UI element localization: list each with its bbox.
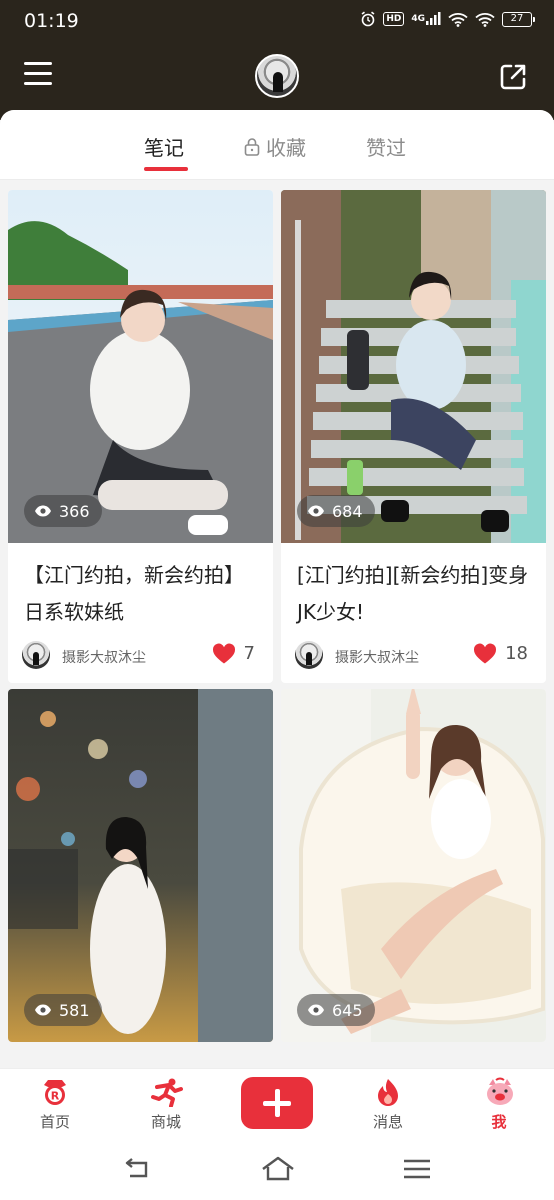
note-card[interactable]: 581 bbox=[8, 689, 273, 1042]
status-bar: 01:19 HD 4G 27 bbox=[0, 0, 554, 44]
note-footer: 摄影大叔沐尘 18 bbox=[281, 635, 546, 683]
note-card[interactable]: 645 bbox=[281, 689, 546, 1042]
view-count: 684 bbox=[332, 501, 363, 521]
status-icons: HD 4G 27 bbox=[360, 11, 535, 27]
view-count-badge: 366 bbox=[24, 495, 102, 527]
tab-shop-label: 商城 bbox=[150, 1113, 181, 1131]
message-flame-icon bbox=[373, 1077, 403, 1107]
battery-icon: 27 bbox=[502, 11, 535, 27]
note-cover-image[interactable]: 366 bbox=[8, 190, 273, 543]
eye-icon bbox=[308, 1004, 324, 1016]
note-card[interactable]: 684 [江门约拍][新会约拍]变身JK少女! 摄影大叔沐尘 18 bbox=[281, 190, 546, 683]
bottom-tab-bar: R 首页 商城 消息 我 bbox=[0, 1068, 554, 1142]
hamburger-menu-icon[interactable] bbox=[24, 62, 58, 92]
shop-runner-icon bbox=[151, 1077, 183, 1108]
active-tab-indicator bbox=[144, 167, 188, 171]
like-count: 18 bbox=[505, 643, 528, 664]
profile-avatar[interactable] bbox=[255, 54, 299, 98]
tab-home[interactable]: R 首页 bbox=[25, 1077, 85, 1132]
note-cover-image[interactable]: 684 bbox=[281, 190, 546, 543]
profile-tabs: 笔记 收藏 赞过 bbox=[0, 110, 554, 180]
profile-content: 笔记 收藏 赞过 366 【江门约拍，新会约拍】日系软妹纸 摄影大叔沐尘 7 6… bbox=[0, 110, 554, 1068]
tab-messages-label: 消息 bbox=[372, 1113, 403, 1131]
view-count: 645 bbox=[332, 1000, 363, 1020]
wifi-icon bbox=[448, 12, 468, 27]
home-icon[interactable] bbox=[260, 1154, 294, 1184]
note-cover-image[interactable]: 581 bbox=[8, 689, 273, 1042]
tab-liked[interactable]: 赞过 bbox=[366, 132, 406, 161]
tab-me[interactable]: 我 bbox=[469, 1077, 529, 1132]
heart-icon bbox=[474, 643, 497, 664]
eye-icon bbox=[35, 505, 51, 517]
tab-shop[interactable]: 商城 bbox=[136, 1077, 196, 1132]
share-export-icon[interactable] bbox=[498, 62, 528, 92]
wifi-icon-2 bbox=[475, 12, 495, 27]
tab-favorites-label: 收藏 bbox=[266, 136, 306, 160]
create-post-button[interactable] bbox=[241, 1077, 313, 1129]
author-name[interactable]: 摄影大叔沐尘 bbox=[62, 647, 146, 667]
eye-icon bbox=[308, 505, 324, 517]
like-count: 7 bbox=[243, 643, 255, 664]
me-pig-icon bbox=[484, 1077, 514, 1107]
profile-navbar bbox=[0, 50, 554, 104]
tab-messages[interactable]: 消息 bbox=[358, 1077, 418, 1132]
tab-me-label: 我 bbox=[491, 1113, 507, 1131]
top-header: 01:19 HD 4G 27 bbox=[0, 0, 554, 120]
note-card[interactable]: 366 【江门约拍，新会约拍】日系软妹纸 摄影大叔沐尘 7 bbox=[8, 190, 273, 683]
lock-icon bbox=[244, 137, 260, 156]
tab-favorites[interactable]: 收藏 bbox=[244, 132, 306, 161]
author-avatar[interactable] bbox=[22, 641, 50, 669]
view-count: 366 bbox=[59, 501, 90, 521]
tab-home-label: 首页 bbox=[39, 1113, 70, 1131]
hd-badge: HD bbox=[383, 12, 405, 26]
tab-notes-label: 笔记 bbox=[144, 136, 184, 160]
eye-icon bbox=[35, 1004, 51, 1016]
view-count-badge: 684 bbox=[297, 495, 375, 527]
svg-text:R: R bbox=[51, 1090, 60, 1103]
note-cover-image[interactable]: 645 bbox=[281, 689, 546, 1042]
status-time: 01:19 bbox=[24, 10, 79, 32]
note-footer: 摄影大叔沐尘 7 bbox=[8, 635, 273, 683]
recent-apps-icon[interactable] bbox=[400, 1154, 434, 1184]
home-r-icon: R bbox=[40, 1077, 70, 1107]
network-type: 4G bbox=[411, 14, 425, 24]
view-count-badge: 645 bbox=[297, 994, 375, 1026]
view-count: 581 bbox=[59, 1000, 90, 1020]
tab-notes[interactable]: 笔记 bbox=[144, 132, 184, 161]
note-title[interactable]: [江门约拍][新会约拍]变身JK少女! bbox=[281, 543, 546, 635]
like-button[interactable]: 18 bbox=[473, 643, 528, 664]
like-button[interactable]: 7 bbox=[212, 643, 255, 664]
system-nav-bar bbox=[0, 1142, 554, 1200]
alarm-icon bbox=[360, 11, 376, 27]
note-title[interactable]: 【江门约拍，新会约拍】日系软妹纸 bbox=[8, 543, 273, 635]
author-name[interactable]: 摄影大叔沐尘 bbox=[335, 647, 419, 667]
author-avatar[interactable] bbox=[295, 641, 323, 669]
tab-liked-label: 赞过 bbox=[366, 136, 406, 160]
cell-signal-icon: 4G bbox=[411, 12, 441, 26]
view-count-badge: 581 bbox=[24, 994, 102, 1026]
back-icon[interactable] bbox=[120, 1154, 154, 1184]
heart-icon bbox=[212, 643, 235, 664]
